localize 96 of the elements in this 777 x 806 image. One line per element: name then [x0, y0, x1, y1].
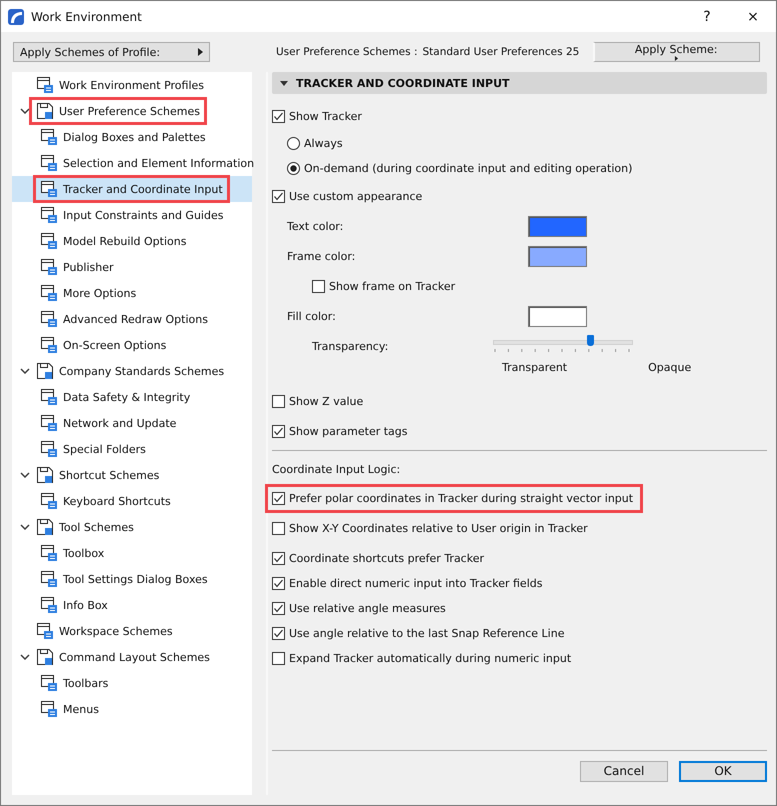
- field-label: Fill color:: [287, 310, 337, 322]
- selected-radio-button[interactable]: [287, 162, 300, 175]
- triangle-right-icon: [198, 48, 203, 56]
- tree-item[interactable]: Keyboard Shortcuts: [12, 488, 252, 514]
- checked-checkbox[interactable]: [272, 190, 285, 202]
- tree-item[interactable]: Special Folders: [12, 436, 252, 462]
- tree-item[interactable]: Publisher: [12, 254, 252, 280]
- color-swatch[interactable]: [528, 216, 587, 236]
- checkbox-label[interactable]: Show frame on Tracker: [329, 280, 456, 292]
- cancel-button[interactable]: Cancel: [580, 760, 668, 782]
- checkbox-label[interactable]: Use relative angle measures: [289, 602, 446, 615]
- slider-thumb[interactable]: [586, 335, 594, 346]
- apply-scheme-menu[interactable]: Apply Scheme:: [593, 42, 760, 62]
- checked-checkbox[interactable]: [272, 577, 285, 590]
- slider-max-label: Opaque: [648, 361, 692, 374]
- tree-item[interactable]: Info Box: [12, 592, 252, 618]
- checkbox-label[interactable]: Show parameter tags: [289, 424, 408, 438]
- tree-item[interactable]: Command Layout Schemes: [12, 644, 252, 670]
- radio-label[interactable]: Always: [304, 137, 343, 150]
- checked-checkbox[interactable]: [272, 492, 285, 504]
- tree-item[interactable]: Network and Update: [12, 410, 252, 436]
- checkbox[interactable]: [272, 394, 285, 408]
- window-icon: [40, 700, 58, 718]
- radio-label[interactable]: On-demand (during coordinate input and editing operation): [304, 162, 632, 175]
- tree-item[interactable]: Selection and Element Information: [12, 150, 252, 176]
- window-icon: [40, 310, 58, 328]
- triangle-down-icon: [280, 80, 288, 86]
- checkbox-label[interactable]: Enable direct numeric input into Tracker fields: [289, 577, 542, 590]
- tree-item[interactable]: Toolbars: [12, 670, 252, 696]
- tree-item[interactable]: Tracker and Coordinate Input: [12, 176, 252, 202]
- checkbox-label[interactable]: Use angle relative to the last Snap Reference Line: [289, 627, 564, 640]
- tree-item[interactable]: Model Rebuild Options: [12, 228, 252, 254]
- checkbox-label[interactable]: Expand Tracker automatically during numeric input: [289, 652, 572, 665]
- ok-button[interactable]: OK: [679, 760, 767, 782]
- checkbox-label[interactable]: Show X-Y Coordinates relative to User origin in Tracker: [289, 522, 588, 534]
- checkbox-label[interactable]: Coordinate shortcuts prefer Tracker: [289, 552, 484, 565]
- window-title: Work Environment: [31, 10, 142, 24]
- tree-item[interactable]: Data Safety & Integrity: [12, 384, 252, 410]
- checked-checkbox[interactable]: [272, 602, 285, 615]
- help-button[interactable]: ?: [684, 1, 730, 32]
- checked-checkbox[interactable]: [272, 110, 285, 122]
- tree-item[interactable]: Tool Settings Dialog Boxes: [12, 566, 252, 592]
- tree-item[interactable]: On-Screen Options: [12, 332, 252, 358]
- window-icon: [40, 544, 58, 562]
- window-icon: [40, 414, 58, 432]
- window-icon: [36, 622, 54, 640]
- window-icon: [40, 258, 58, 276]
- tree-item[interactable]: Toolbox: [12, 540, 252, 566]
- window-icon: [40, 440, 58, 458]
- scheme-name: Standard User Preferences 25: [422, 46, 580, 58]
- window-icon: [40, 388, 58, 406]
- scheme-label: User Preference Schemes :: [276, 46, 418, 58]
- color-swatch[interactable]: [528, 246, 587, 266]
- window-icon: [40, 596, 58, 614]
- tree-item[interactable]: Tool Schemes: [12, 514, 252, 540]
- tree-item[interactable]: Input Constraints and Guides: [12, 202, 252, 228]
- field-label: Frame color:: [287, 250, 356, 262]
- tree-item[interactable]: Workspace Schemes: [12, 618, 252, 644]
- checkbox-label[interactable]: Show Tracker: [289, 110, 362, 122]
- radio-button[interactable]: [287, 137, 300, 150]
- window-icon: [40, 180, 58, 198]
- slider-min-label: Transparent: [502, 361, 568, 374]
- group-heading: Coordinate Input Logic:: [272, 462, 402, 478]
- window-icon: [40, 206, 58, 224]
- window-icon: [40, 492, 58, 510]
- tree-item[interactable]: Work Environment Profiles: [12, 72, 252, 98]
- tree-item[interactable]: Menus: [12, 696, 252, 722]
- window-icon: [40, 128, 58, 146]
- tree-item[interactable]: Dialog Boxes and Palettes: [12, 124, 252, 150]
- window-icon: [40, 232, 58, 250]
- app-logo-icon: [8, 8, 24, 24]
- close-button[interactable]: ×: [730, 1, 776, 32]
- window-icon: [36, 76, 54, 94]
- window-icon: [40, 154, 58, 172]
- checkbox[interactable]: [312, 280, 325, 292]
- checked-checkbox[interactable]: [272, 627, 285, 640]
- checked-checkbox[interactable]: [272, 552, 285, 565]
- checkbox[interactable]: [272, 652, 285, 665]
- field-label: Text color:: [287, 220, 344, 232]
- tree-item[interactable]: Advanced Redraw Options: [12, 306, 252, 332]
- tree-item[interactable]: Shortcut Schemes: [12, 462, 252, 488]
- apply-profile-menu[interactable]: Apply Schemes of Profile:: [13, 42, 210, 62]
- checkbox[interactable]: [272, 522, 285, 534]
- triangle-right-icon: [674, 56, 679, 61]
- window-icon: [40, 336, 58, 354]
- field-label: Transparency:: [312, 340, 390, 352]
- tree-item[interactable]: More Options: [12, 280, 252, 306]
- checkbox-label[interactable]: Show Z value: [289, 394, 364, 408]
- window-icon: [40, 284, 58, 302]
- checkbox-label[interactable]: Use custom appearance: [289, 190, 422, 202]
- window-icon: [40, 570, 58, 588]
- checked-checkbox[interactable]: [272, 424, 285, 438]
- color-swatch[interactable]: [528, 306, 587, 326]
- tree-item[interactable]: Company Standards Schemes: [12, 358, 252, 384]
- section-header[interactable]: TRACKER AND COORDINATE INPUT: [272, 72, 767, 94]
- window-icon: [40, 674, 58, 692]
